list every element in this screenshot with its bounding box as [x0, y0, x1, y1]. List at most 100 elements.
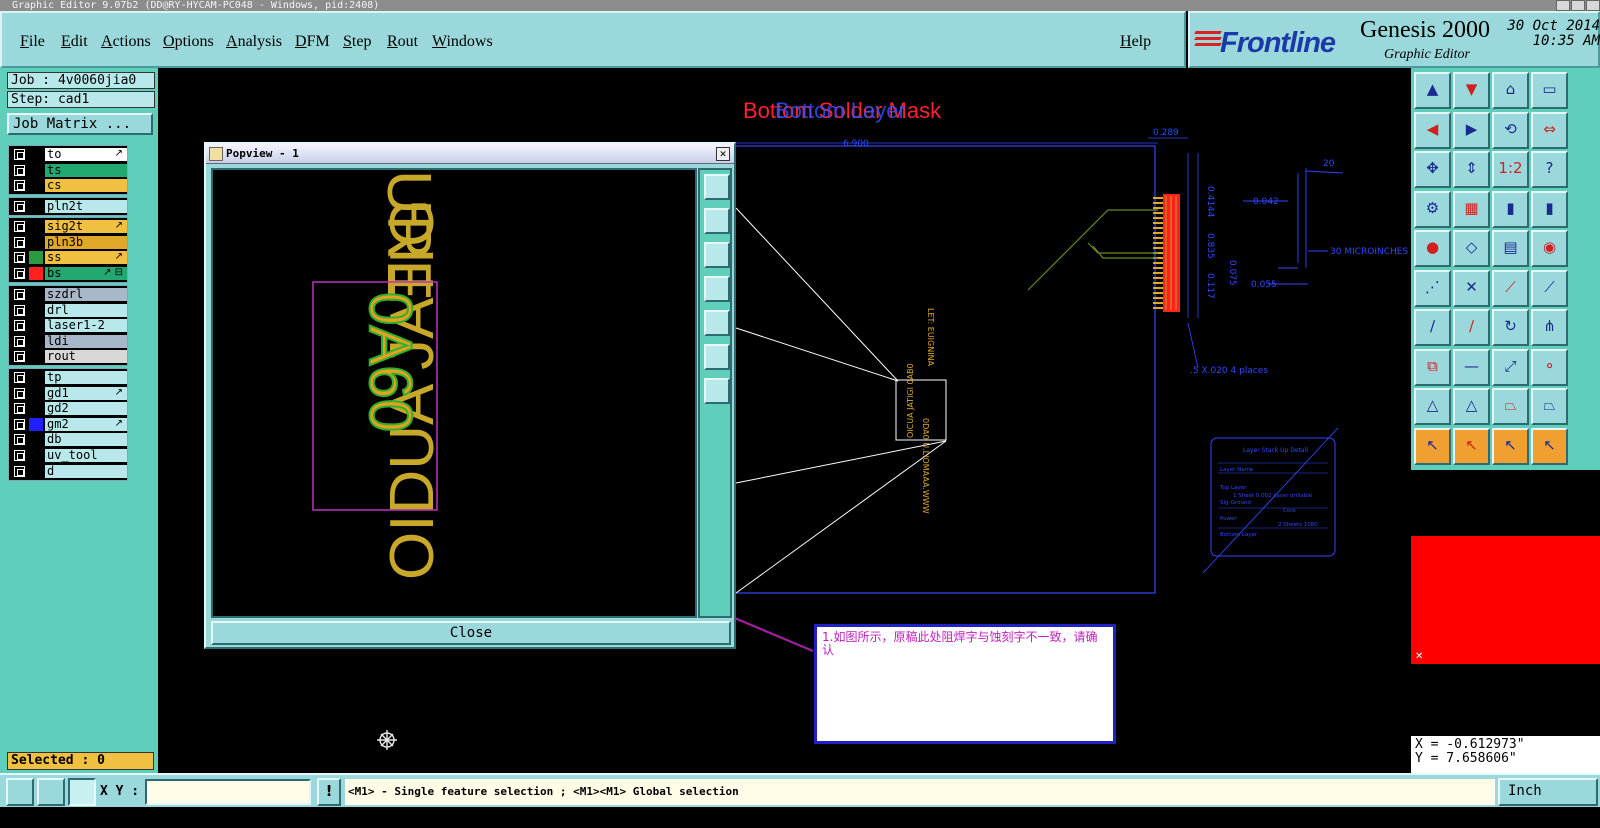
zoom-fit-icon[interactable]: ✥	[1414, 151, 1451, 188]
layer-row-gm2[interactable]: gm2 ↗	[9, 417, 127, 433]
popview-close-button[interactable]: Close	[211, 621, 731, 645]
layer-name[interactable]: pln3b	[45, 235, 127, 249]
grid-snap-icon[interactable]	[68, 778, 96, 806]
layer-color-swatch[interactable]	[29, 304, 43, 317]
popview-tool-5[interactable]	[704, 310, 730, 336]
menu-edit[interactable]: Edit	[61, 33, 88, 51]
popview-tool-7[interactable]	[704, 378, 730, 404]
snap-icon[interactable]: ▮	[1531, 190, 1568, 228]
layer-row-bs[interactable]: bs ↗ ⊟	[9, 266, 127, 282]
tools-icon[interactable]: ⚙	[1414, 190, 1451, 228]
layer-checkbox[interactable]	[14, 252, 25, 264]
layer-color-swatch[interactable]	[29, 236, 43, 249]
edit-pad-icon[interactable]: ⟋	[1492, 269, 1529, 307]
layer-color-swatch[interactable]	[29, 387, 43, 400]
layer-row-db[interactable]: db	[9, 432, 127, 448]
units-selector[interactable]: Inch	[1498, 778, 1598, 806]
layer-checkbox[interactable]	[14, 304, 25, 316]
layer-row-laser1-2[interactable]: laser1-2	[9, 318, 127, 334]
move-right-icon[interactable]: ▶	[1453, 111, 1490, 149]
select-net-icon[interactable]: ↖	[1531, 427, 1568, 465]
layer-color-swatch[interactable]	[29, 251, 43, 265]
poly-edit-icon[interactable]: ⏢	[1492, 388, 1529, 425]
cut-icon[interactable]: ∕	[1414, 309, 1451, 346]
layers-icon[interactable]: ▮	[1492, 190, 1529, 228]
layer-color-swatch[interactable]	[29, 417, 43, 431]
line-icon[interactable]: ∕	[1453, 309, 1490, 346]
layer-row-sig2t[interactable]: sig2t ↗	[9, 219, 127, 235]
add-circle-icon[interactable]: ◉	[1531, 230, 1568, 267]
layer-color-swatch[interactable]	[29, 465, 43, 478]
copy-icon[interactable]: ⧉	[1414, 348, 1451, 386]
layer-checkbox[interactable]	[14, 149, 25, 160]
layer-row-ss[interactable]: ss ↗	[9, 250, 127, 266]
layer-row-d[interactable]: d	[9, 464, 127, 480]
layer-checkbox[interactable]	[14, 320, 25, 332]
layer-row-tp[interactable]: tp	[9, 370, 127, 386]
popview-tool-2[interactable]	[704, 208, 730, 234]
layer-row-to[interactable]: to ↗	[9, 147, 127, 163]
layer-color-swatch[interactable]	[29, 402, 43, 415]
move-left-icon[interactable]: ◀	[1414, 111, 1451, 149]
layer-color-swatch[interactable]	[29, 220, 43, 233]
layer-row-szdrl[interactable]: szdrl	[9, 287, 127, 303]
layer-name[interactable]: rout	[45, 350, 127, 364]
add-line-icon[interactable]: ◇	[1453, 230, 1490, 267]
zoom-page-icon[interactable]: ▭	[1531, 72, 1568, 109]
overview-map[interactable]: ✕	[1411, 536, 1600, 664]
layer-color-swatch[interactable]	[29, 433, 43, 446]
measure-icon[interactable]: ▤	[1492, 230, 1529, 267]
popview-zoom-view[interactable]: URE OIDUA JATIG 0A60	[211, 168, 697, 618]
layer-row-gd1[interactable]: gd1 ↗	[9, 386, 127, 402]
layer-row-ts[interactable]: ts	[9, 163, 127, 179]
polygon-icon[interactable]: △	[1414, 388, 1451, 425]
layer-checkbox[interactable]	[14, 434, 25, 446]
mirror-icon[interactable]: ⋔	[1531, 309, 1568, 346]
layer-checkbox[interactable]	[14, 335, 25, 347]
layer-name[interactable]: drl	[45, 303, 127, 317]
select-touch-icon[interactable]: ↖	[1492, 427, 1529, 465]
xy-input[interactable]	[145, 779, 311, 805]
layer-row-ldi[interactable]: ldi	[9, 334, 127, 350]
menu-help[interactable]: Help	[1120, 33, 1151, 51]
layer-name[interactable]: ldi	[45, 334, 127, 348]
home-icon[interactable]: ⌂	[1492, 72, 1529, 109]
layer-color-swatch[interactable]	[29, 449, 43, 462]
move-down-icon[interactable]: ▼	[1453, 72, 1490, 109]
menu-rout[interactable]: Rout	[387, 33, 418, 51]
layer-checkbox[interactable]	[14, 289, 25, 300]
layer-checkbox[interactable]	[14, 164, 25, 176]
layer-row-drl[interactable]: drl	[9, 303, 127, 319]
layer-checkbox[interactable]	[14, 351, 25, 363]
menu-analysis[interactable]: Analysis	[226, 33, 282, 51]
layer-name[interactable]: tp	[45, 371, 127, 384]
layer-row-rout[interactable]: rout	[9, 349, 127, 365]
menu-file[interactable]: File	[20, 33, 45, 51]
layer-color-swatch[interactable]	[29, 319, 43, 332]
layer-name[interactable]: szdrl	[45, 288, 127, 301]
layer-checkbox[interactable]	[14, 372, 25, 383]
layer-color-swatch[interactable]	[29, 200, 43, 213]
popview-close-icon[interactable]: ✕	[716, 147, 730, 161]
layer-name[interactable]: cs	[45, 179, 127, 193]
layer-name[interactable]: laser1-2	[45, 319, 127, 333]
layer-checkbox[interactable]	[14, 418, 25, 430]
menu-windows[interactable]: Windows	[432, 33, 493, 51]
layer-checkbox[interactable]	[14, 449, 25, 461]
layer-checkbox[interactable]	[14, 201, 25, 212]
group-icon[interactable]: ⚬	[1531, 348, 1568, 386]
select-arrow-icon[interactable]: ↖	[1414, 427, 1451, 465]
layer-checkbox[interactable]	[14, 403, 25, 415]
exclamation-button[interactable]: !	[317, 778, 341, 806]
layer-checkbox[interactable]	[14, 267, 25, 279]
layer-color-swatch[interactable]	[29, 164, 43, 177]
menu-options[interactable]: Options	[163, 33, 214, 51]
popview-title-bar[interactable]: Popview - 1 ✕	[206, 144, 734, 164]
minimize-button[interactable]	[1556, 0, 1570, 11]
popview-tool-3[interactable]	[704, 242, 730, 268]
cross-icon[interactable]: ✕	[1453, 269, 1490, 307]
layer-checkbox[interactable]	[14, 180, 25, 192]
snap-mode-1-icon[interactable]	[6, 778, 34, 806]
move-up-icon[interactable]: ▲	[1414, 72, 1451, 109]
layer-name[interactable]: uv_tool	[45, 448, 127, 462]
